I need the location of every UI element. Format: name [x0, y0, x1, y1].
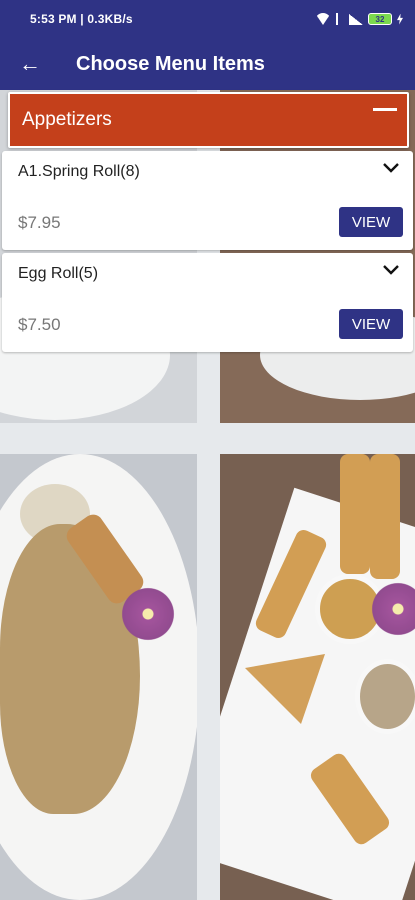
menu-panel: Appetizers A1.Spring Roll(8) $7.95 VIEW … — [2, 90, 413, 352]
view-button[interactable]: VIEW — [339, 309, 403, 339]
bluetooth-icon — [336, 13, 344, 25]
back-arrow-icon: ← — [19, 51, 41, 76]
menu-item-name: Egg Roll(5) — [18, 265, 99, 282]
category-header-appetizers[interactable]: Appetizers — [8, 92, 409, 148]
battery-icon: 32 — [368, 13, 392, 25]
menu-item-name: A1.Spring Roll(8) — [18, 163, 140, 180]
menu-item-price: $7.50 — [18, 315, 61, 334]
signal-icon — [349, 13, 363, 25]
view-button[interactable]: VIEW — [339, 207, 403, 237]
menu-item-price: $7.95 — [18, 213, 61, 232]
status-time: 5:53 PM | 0.3KB/s — [30, 12, 133, 26]
wifi-icon — [315, 13, 331, 25]
chevron-down-icon[interactable] — [383, 265, 399, 279]
back-button[interactable]: ← — [0, 38, 60, 90]
page-title: Choose Menu Items — [76, 52, 265, 75]
menu-item-card[interactable]: A1.Spring Roll(8) $7.95 VIEW — [2, 151, 413, 250]
menu-item-card[interactable]: Egg Roll(5) $7.50 VIEW — [2, 253, 413, 352]
category-title: Appetizers — [22, 109, 112, 130]
chevron-down-icon[interactable] — [383, 163, 399, 177]
status-bar: 5:53 PM | 0.3KB/s 32 — [0, 0, 415, 38]
charging-icon — [397, 13, 403, 25]
app-bar: ← Choose Menu Items — [0, 38, 415, 90]
collapse-icon[interactable] — [373, 108, 397, 111]
